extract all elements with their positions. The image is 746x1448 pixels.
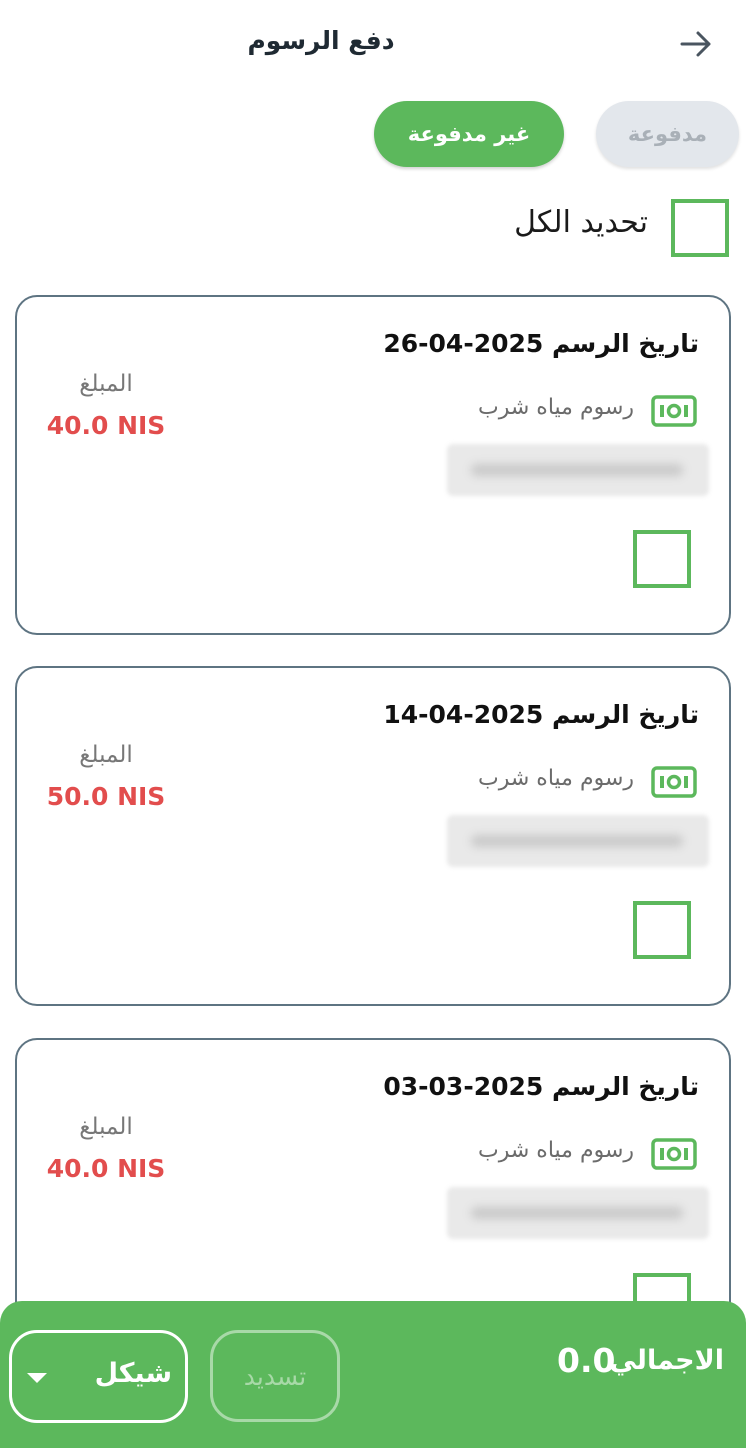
payment-bar: الاجمالي 0.0 تسديد شيكل	[0, 1301, 746, 1448]
arrow-right-icon[interactable]	[676, 24, 716, 64]
amount-value: 50.0 NIS	[46, 782, 166, 811]
redacted-details	[447, 1187, 709, 1239]
fee-card: تاريخ الرسم 2025-04-26 رسوم مياه شرب الم…	[15, 295, 731, 635]
chevron-down-icon	[27, 1373, 47, 1383]
fee-date: تاريخ الرسم 2025-04-14	[383, 700, 699, 729]
pay-button[interactable]: تسديد	[210, 1330, 340, 1422]
total-value: 0.0	[557, 1341, 616, 1380]
amount-label: المبلغ	[79, 1114, 133, 1140]
redacted-details	[447, 444, 709, 496]
app-bar: دفع الرسوم	[0, 0, 746, 90]
currency-select[interactable]: شيكل	[9, 1330, 188, 1423]
amount-value: 40.0 NIS	[46, 411, 166, 440]
page-title: دفع الرسوم	[247, 26, 395, 55]
fee-type: رسوم مياه شرب	[478, 1138, 634, 1163]
total-label: الاجمالي	[609, 1345, 724, 1376]
fee-card: تاريخ الرسم 2025-04-14 رسوم مياه شرب الم…	[15, 666, 731, 1006]
fee-type: رسوم مياه شرب	[478, 395, 634, 420]
fee-checkbox[interactable]	[633, 901, 691, 959]
tab-paid[interactable]: مدفوعة	[596, 101, 739, 167]
select-all-checkbox[interactable]	[671, 199, 729, 257]
amount-label: المبلغ	[79, 371, 133, 397]
fee-date: تاريخ الرسم 2025-04-26	[383, 329, 699, 358]
amount-label: المبلغ	[79, 742, 133, 768]
money-icon	[651, 395, 697, 427]
fee-checkbox[interactable]	[633, 530, 691, 588]
fee-date: تاريخ الرسم 2025-03-03	[383, 1072, 699, 1101]
redacted-details	[447, 815, 709, 867]
money-icon	[651, 1138, 697, 1170]
currency-value: شيكل	[94, 1358, 172, 1389]
money-icon	[651, 766, 697, 798]
select-all-label: تحديد الكل	[514, 205, 648, 240]
tab-unpaid[interactable]: غير مدفوعة	[374, 101, 564, 167]
fee-type: رسوم مياه شرب	[478, 766, 634, 791]
amount-value: 40.0 NIS	[46, 1154, 166, 1183]
